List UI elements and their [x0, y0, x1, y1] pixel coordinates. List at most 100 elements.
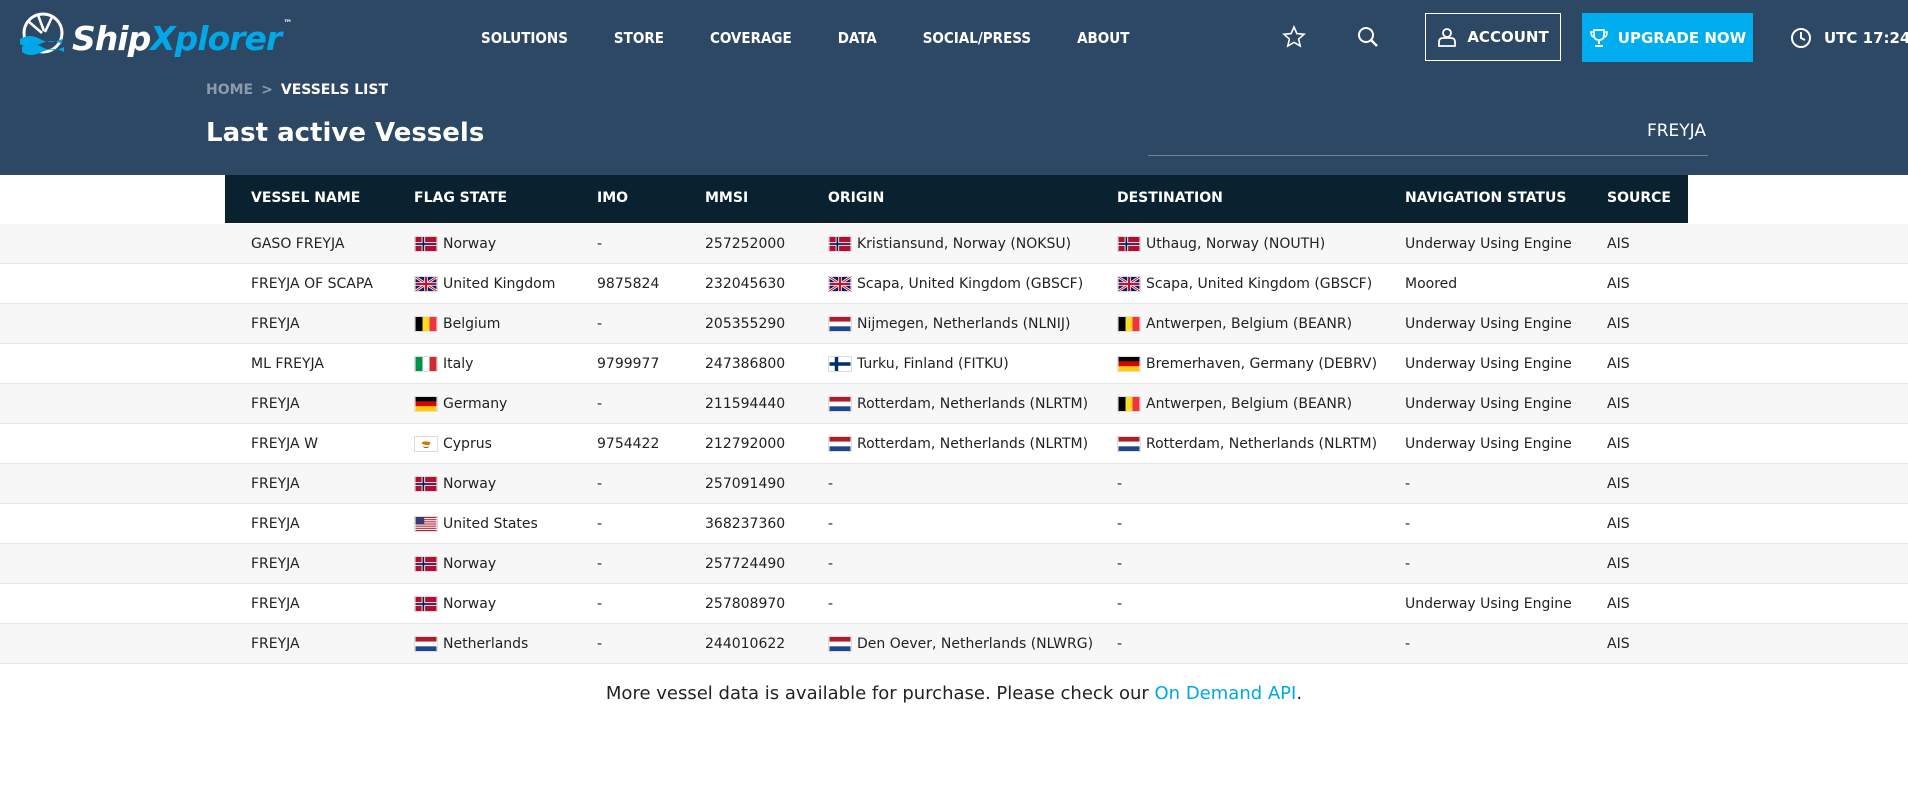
- clock-icon: [1790, 27, 1812, 49]
- cell-destination: -: [1117, 596, 1122, 612]
- vessel-search-input[interactable]: [1148, 112, 1708, 150]
- cell-navigation-status: Underway Using Engine: [1405, 436, 1572, 452]
- col-mmsi[interactable]: MMSI: [705, 190, 748, 206]
- menu-about[interactable]: ABOUT: [1077, 29, 1129, 47]
- table-row[interactable]: FREYJA Norway - 257091490 - - - AIS: [0, 464, 1908, 504]
- cell-source-text: AIS: [1607, 396, 1630, 412]
- cell-flag-state: Norway: [414, 556, 496, 572]
- cell-vessel-name-text: FREYJA: [251, 516, 300, 532]
- col-destination[interactable]: DESTINATION: [1117, 190, 1223, 206]
- col-flag-state[interactable]: FLAG STATE: [414, 190, 507, 206]
- col-origin[interactable]: ORIGIN: [828, 190, 884, 206]
- cell-mmsi: 232045630: [705, 276, 785, 292]
- col-imo[interactable]: IMO: [597, 190, 628, 206]
- cell-destination: Bremerhaven, Germany (DEBRV): [1117, 356, 1377, 372]
- destination-flag-icon: [1117, 396, 1141, 412]
- cell-mmsi: 247386800: [705, 356, 785, 372]
- cell-source-text: AIS: [1607, 516, 1630, 532]
- table-row[interactable]: FREYJA Norway - 257808970 - - Underway Using E…: [0, 584, 1908, 624]
- footer-note: More vessel data is available for purcha…: [0, 683, 1908, 704]
- col-navigation-status[interactable]: NAVIGATION STATUS: [1405, 190, 1566, 206]
- brand-logo[interactable]: ShipXplorer ™: [18, 12, 292, 64]
- cell-origin: Rotterdam, Netherlands (NLRTM): [828, 396, 1088, 412]
- breadcrumb-home[interactable]: HOME: [206, 82, 253, 98]
- origin-flag-icon: [828, 396, 852, 412]
- cell-flag-state: United Kingdom: [414, 276, 555, 292]
- table-row[interactable]: FREYJA Netherlands - 244010622 Den Oever, Ne…: [0, 624, 1908, 664]
- cell-vessel-name-text: FREYJA: [251, 316, 300, 332]
- table-row[interactable]: FREYJA W Cyprus 9754422 212792000 Rotterdam,…: [0, 424, 1908, 464]
- cell-vessel-name: FREYJA OF SCAPA: [251, 276, 373, 292]
- cell-origin-text: -: [828, 556, 834, 572]
- cell-source: AIS: [1607, 396, 1630, 412]
- cell-source-text: AIS: [1607, 636, 1630, 652]
- vessel-search: [1148, 112, 1708, 156]
- cell-imo: -: [597, 476, 602, 492]
- cell-navigation-status: Underway Using Engine: [1405, 316, 1572, 332]
- cell-navigation-status-text: Moored: [1405, 276, 1458, 292]
- menu-social-press[interactable]: SOCIAL/PRESS: [923, 29, 1031, 47]
- utc-clock: UTC 17:24: [1790, 23, 1908, 53]
- cell-vessel-name: FREYJA: [251, 316, 300, 332]
- cell-vessel-name-text: FREYJA: [251, 556, 300, 572]
- cell-origin-text: Scapa, United Kingdom (GBSCF): [857, 276, 1084, 292]
- upgrade-now-button[interactable]: UPGRADE NOW: [1582, 13, 1753, 62]
- cell-origin-text: -: [828, 516, 834, 532]
- cell-imo-text: -: [597, 636, 603, 652]
- cell-navigation-status: -: [1405, 556, 1410, 572]
- trademark-mark: ™: [283, 18, 292, 29]
- cell-imo-text: -: [597, 556, 603, 572]
- on-demand-api-link[interactable]: On Demand API: [1155, 683, 1297, 704]
- table-row[interactable]: GASO FREYJA Norway - 257252000 Kristiansund,…: [0, 224, 1908, 264]
- menu-data[interactable]: DATA: [838, 29, 877, 47]
- cell-source: AIS: [1607, 276, 1630, 292]
- menu-coverage[interactable]: COVERAGE: [710, 29, 792, 47]
- favorites-star-icon[interactable]: [1279, 22, 1309, 52]
- flag-icon: [414, 316, 438, 332]
- cell-origin-text: Den Oever, Netherlands (NLWRG): [857, 636, 1094, 652]
- cell-vessel-name: FREYJA: [251, 596, 300, 612]
- cell-flag-state: United States: [414, 516, 538, 532]
- cell-imo-text: -: [597, 396, 603, 412]
- breadcrumb-current: VESSELS LIST: [280, 82, 388, 98]
- cell-flag-state-text: United Kingdom: [443, 276, 556, 292]
- cell-navigation-status-text: Underway Using Engine: [1405, 436, 1572, 452]
- cell-mmsi-text: 211594440: [705, 396, 786, 412]
- cell-vessel-name-text: ML FREYJA: [251, 356, 324, 372]
- cell-source: AIS: [1607, 556, 1630, 572]
- cell-destination-text: Bremerhaven, Germany (DEBRV): [1146, 356, 1378, 372]
- cell-imo-text: -: [597, 316, 603, 332]
- cell-flag-state-text: United States: [443, 516, 538, 532]
- footer-text: More vessel data is available for purcha…: [605, 683, 1155, 704]
- cell-origin: Scapa, United Kingdom (GBSCF): [828, 276, 1083, 292]
- cell-source: AIS: [1607, 516, 1630, 532]
- cell-source-text: AIS: [1607, 316, 1630, 332]
- menu-store[interactable]: STORE: [614, 29, 664, 47]
- cell-imo-text: -: [597, 236, 603, 252]
- cell-destination: Antwerpen, Belgium (BEANR): [1117, 316, 1352, 332]
- cell-origin-text: -: [828, 596, 834, 612]
- cell-destination: -: [1117, 556, 1122, 572]
- cell-flag-state-text: Netherlands: [443, 636, 529, 652]
- cell-flag-state: Germany: [414, 396, 507, 412]
- table-row[interactable]: FREYJA Norway - 257724490 - - - AIS: [0, 544, 1908, 584]
- table-row[interactable]: ML FREYJA Italy 9799977 247386800 Turku, Fin…: [0, 344, 1908, 384]
- account-button[interactable]: ACCOUNT: [1425, 13, 1561, 61]
- cell-destination-text: -: [1117, 516, 1123, 532]
- cell-destination-text: -: [1117, 636, 1123, 652]
- cell-flag-state-text: Germany: [443, 396, 508, 412]
- col-vessel-name[interactable]: VESSEL NAME: [251, 190, 360, 206]
- upgrade-label: UPGRADE NOW: [1617, 28, 1747, 47]
- cell-origin: Rotterdam, Netherlands (NLRTM): [828, 436, 1088, 452]
- cell-destination-text: -: [1117, 596, 1123, 612]
- cell-destination-text: Antwerpen, Belgium (BEANR): [1146, 316, 1353, 332]
- table-row[interactable]: FREYJA Belgium - 205355290 Nijmegen, Netherl…: [0, 304, 1908, 344]
- table-row[interactable]: FREYJA OF SCAPA United Kingdom 9875824 2320…: [0, 264, 1908, 304]
- search-icon[interactable]: [1353, 22, 1383, 52]
- menu-solutions[interactable]: SOLUTIONS: [481, 29, 568, 47]
- table-row[interactable]: FREYJA United States - 368237360 - - - AIS: [0, 504, 1908, 544]
- table-row[interactable]: FREYJA Germany - 211594440 Rotterdam, Nether…: [0, 384, 1908, 424]
- flag-icon: [414, 236, 438, 252]
- account-label: ACCOUNT: [1467, 28, 1549, 46]
- col-source[interactable]: SOURCE: [1607, 190, 1671, 206]
